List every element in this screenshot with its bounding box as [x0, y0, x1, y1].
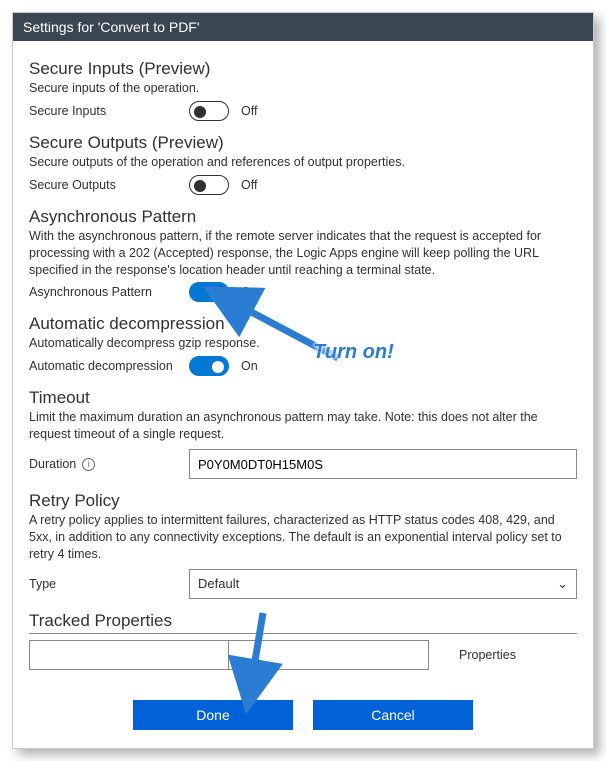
- section-title: Retry Policy: [29, 491, 577, 511]
- properties-label: Properties: [459, 648, 516, 662]
- done-button[interactable]: Done: [133, 700, 293, 730]
- toggle-state: On: [241, 285, 258, 299]
- section-title: Asynchronous Pattern: [29, 207, 577, 227]
- section-title: Secure Outputs (Preview): [29, 133, 577, 153]
- section-title: Automatic decompression: [29, 314, 577, 334]
- toggle-label: Automatic decompression: [29, 359, 189, 374]
- toggle-state: Off: [241, 104, 257, 118]
- tracked-value-input[interactable]: [229, 640, 429, 670]
- auto-decompression-toggle[interactable]: [189, 356, 229, 376]
- tracked-key-input[interactable]: [29, 640, 229, 670]
- section-desc: Limit the maximum duration an asynchrono…: [29, 409, 577, 443]
- section-secure-outputs: Secure Outputs (Preview) Secure outputs …: [29, 133, 577, 195]
- section-timeout: Timeout Limit the maximum duration an as…: [29, 388, 577, 479]
- section-desc: A retry policy applies to intermittent f…: [29, 512, 577, 563]
- toggle-state: Off: [241, 178, 257, 192]
- section-secure-inputs: Secure Inputs (Preview) Secure inputs of…: [29, 59, 577, 121]
- async-pattern-toggle[interactable]: [189, 282, 229, 302]
- retry-type-select[interactable]: Default ⌄: [189, 569, 577, 599]
- dialog-titlebar: Settings for 'Convert to PDF': [13, 13, 593, 41]
- secure-outputs-toggle[interactable]: [189, 175, 229, 195]
- section-async-pattern: Asynchronous Pattern With the asynchrono…: [29, 207, 577, 303]
- section-title: Timeout: [29, 388, 577, 408]
- duration-input[interactable]: [189, 449, 577, 479]
- dialog-content: Secure Inputs (Preview) Secure inputs of…: [13, 41, 593, 748]
- section-desc: Secure inputs of the operation.: [29, 80, 577, 97]
- section-retry-policy: Retry Policy A retry policy applies to i…: [29, 491, 577, 599]
- section-tracked-properties: Tracked Properties Properties: [29, 611, 577, 670]
- toggle-state: On: [241, 359, 258, 373]
- settings-dialog: Settings for 'Convert to PDF' Secure Inp…: [12, 12, 594, 749]
- cancel-button[interactable]: Cancel: [313, 700, 473, 730]
- secure-inputs-toggle[interactable]: [189, 101, 229, 121]
- section-title: Secure Inputs (Preview): [29, 59, 577, 79]
- info-icon[interactable]: i: [82, 458, 95, 471]
- section-desc: With the asynchronous pattern, if the re…: [29, 228, 577, 279]
- toggle-label: Secure Inputs: [29, 104, 189, 118]
- dialog-title: Settings for 'Convert to PDF': [23, 19, 200, 35]
- section-title: Tracked Properties: [29, 611, 577, 634]
- select-value: Default: [198, 576, 239, 591]
- section-desc: Secure outputs of the operation and refe…: [29, 154, 577, 171]
- dialog-footer: Done Cancel: [29, 700, 577, 730]
- section-desc: Automatically decompress gzip response.: [29, 335, 577, 352]
- field-label: Type: [29, 577, 189, 591]
- section-auto-decompression: Automatic decompression Automatically de…: [29, 314, 577, 376]
- toggle-label: Asynchronous Pattern: [29, 285, 189, 299]
- field-label: Duration i: [29, 457, 189, 471]
- toggle-label: Secure Outputs: [29, 178, 189, 192]
- chevron-down-icon: ⌄: [557, 576, 568, 592]
